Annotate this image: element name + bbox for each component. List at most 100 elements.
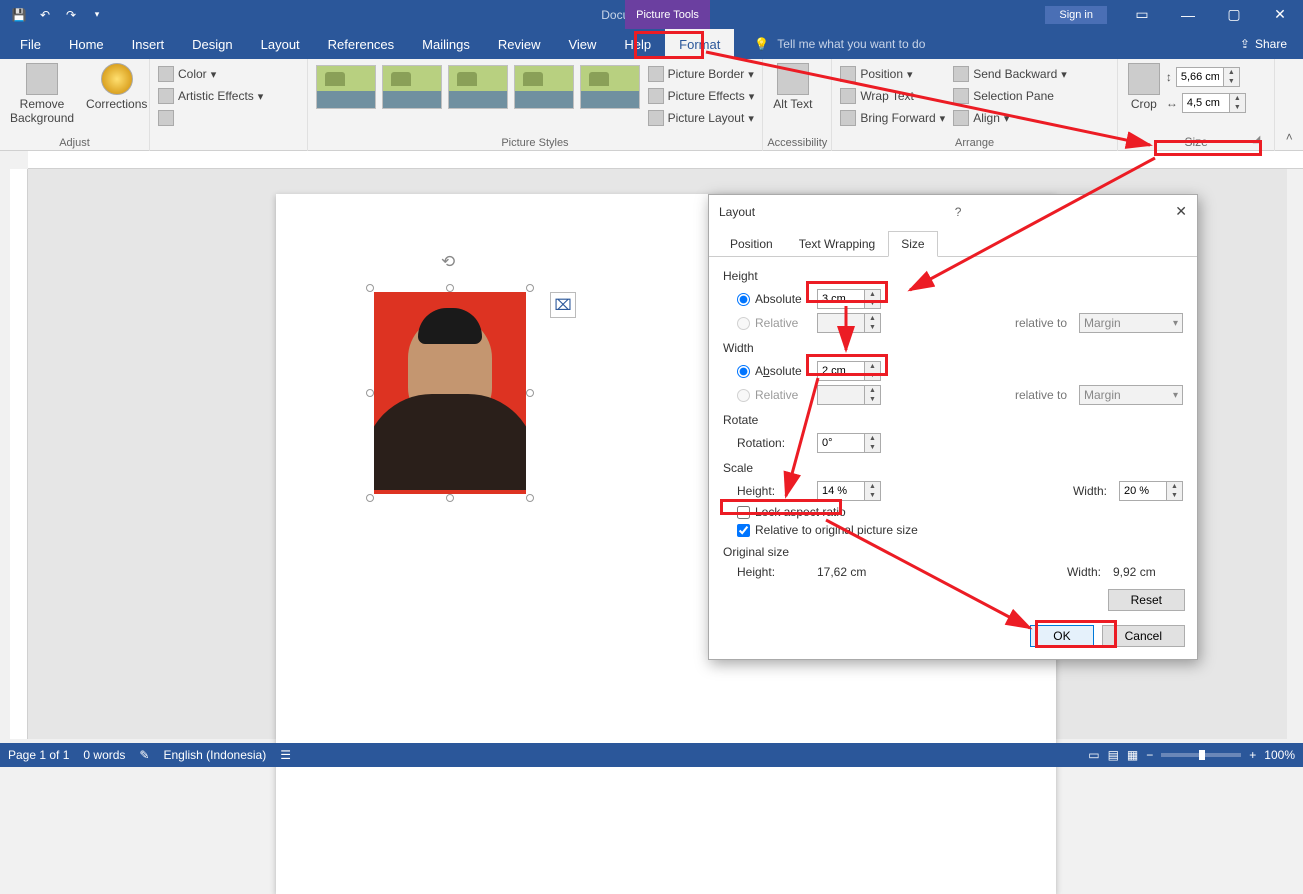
resize-handle[interactable]: [366, 494, 374, 502]
original-size-label: Original size: [723, 545, 1183, 559]
tab-size[interactable]: Size: [888, 231, 937, 257]
accessibility-icon[interactable]: ☰: [280, 748, 291, 762]
color-icon: [158, 66, 174, 82]
language-status[interactable]: English (Indonesia): [163, 748, 266, 762]
style-thumb[interactable]: [382, 65, 442, 109]
resize-handle[interactable]: [526, 284, 534, 292]
lock-aspect-ratio-checkbox[interactable]: Lock aspect ratio: [737, 505, 846, 519]
picture-selection[interactable]: ⟲ ⌧: [366, 284, 534, 502]
color-button[interactable]: Color ▾: [154, 63, 220, 85]
web-layout-icon[interactable]: ▦: [1127, 748, 1138, 762]
align-icon: [953, 110, 969, 126]
picture-effects-button[interactable]: Picture Effects ▾: [644, 85, 759, 107]
alt-text-button[interactable]: Alt Text: [767, 61, 818, 113]
tab-file[interactable]: File: [6, 29, 55, 59]
inserted-picture[interactable]: [374, 292, 526, 494]
sign-in-button[interactable]: Sign in: [1045, 6, 1107, 24]
tab-mailings[interactable]: Mailings: [408, 29, 484, 59]
tab-position[interactable]: Position: [717, 231, 786, 257]
tab-home[interactable]: Home: [55, 29, 118, 59]
height-section-label: Height: [723, 269, 1183, 283]
picture-styles-gallery[interactable]: [312, 61, 644, 113]
tab-view[interactable]: View: [554, 29, 610, 59]
tab-help[interactable]: Help: [610, 29, 665, 59]
spell-check-icon[interactable]: ✎: [139, 748, 149, 762]
read-mode-icon[interactable]: ▭: [1088, 748, 1099, 762]
maximize-icon[interactable]: ▢: [1211, 0, 1257, 29]
size-dialog-launcher-icon[interactable]: ◢: [1250, 133, 1262, 145]
remove-background-button[interactable]: Remove Background: [4, 61, 80, 127]
send-backward-button[interactable]: Send Backward ▾: [949, 63, 1071, 85]
selection-pane-button[interactable]: Selection Pane: [949, 85, 1071, 107]
minimize-icon[interactable]: —: [1165, 0, 1211, 29]
rotate-handle-icon[interactable]: ⟲: [441, 252, 459, 270]
compress-button[interactable]: [154, 107, 178, 129]
zoom-out-icon[interactable]: −: [1146, 748, 1153, 762]
style-thumb[interactable]: [514, 65, 574, 109]
dialog-close-icon[interactable]: ✕: [1175, 203, 1187, 220]
height-absolute-radio[interactable]: Absolute: [737, 292, 811, 306]
resize-handle[interactable]: [526, 389, 534, 397]
crop-button[interactable]: Crop: [1122, 61, 1166, 113]
relative-original-checkbox[interactable]: Relative to original picture size: [737, 523, 918, 537]
picture-border-button[interactable]: Picture Border ▾: [644, 63, 759, 85]
layout-options-icon[interactable]: ⌧: [550, 292, 576, 318]
tab-design[interactable]: Design: [178, 29, 246, 59]
cancel-button[interactable]: Cancel: [1102, 625, 1185, 647]
zoom-in-icon[interactable]: +: [1249, 748, 1256, 762]
save-icon[interactable]: 💾: [8, 4, 30, 26]
width-spinner[interactable]: ▲▼: [1182, 93, 1246, 113]
align-button[interactable]: Align ▾: [949, 107, 1071, 129]
remove-bg-icon: [26, 63, 58, 95]
tell-me-search[interactable]: 💡Tell me what you want to do: [754, 37, 925, 51]
height-absolute-input[interactable]: ▲▼: [817, 289, 881, 309]
tab-insert[interactable]: Insert: [118, 29, 179, 59]
resize-handle[interactable]: [366, 284, 374, 292]
height-spinner[interactable]: ▲▼: [1176, 67, 1240, 87]
wrap-text-button[interactable]: Wrap Text: [836, 85, 949, 107]
resize-handle[interactable]: [446, 494, 454, 502]
page-count[interactable]: Page 1 of 1: [8, 748, 69, 762]
tab-review[interactable]: Review: [484, 29, 555, 59]
scale-width-input[interactable]: ▲▼: [1119, 481, 1183, 501]
height-relative-radio[interactable]: Relative: [737, 316, 811, 330]
close-icon[interactable]: ✕: [1257, 0, 1303, 29]
ruler-horizontal: [28, 151, 1303, 169]
resize-handle[interactable]: [526, 494, 534, 502]
picture-layout-button[interactable]: Picture Layout ▾: [644, 107, 759, 129]
ribbon-display-icon[interactable]: ▭: [1119, 0, 1165, 29]
share-button[interactable]: ⇪Share: [1240, 37, 1287, 51]
artistic-effects-button[interactable]: Artistic Effects ▾: [154, 85, 267, 107]
undo-icon[interactable]: ↶: [34, 4, 56, 26]
tab-format[interactable]: Format: [665, 29, 734, 59]
bring-forward-button[interactable]: Bring Forward ▾: [836, 107, 949, 129]
style-thumb[interactable]: [448, 65, 508, 109]
artistic-icon: [158, 88, 174, 104]
print-layout-icon[interactable]: ▤: [1108, 748, 1119, 762]
width-relative-radio[interactable]: Relative: [737, 388, 811, 402]
resize-handle[interactable]: [366, 389, 374, 397]
zoom-slider[interactable]: [1161, 753, 1241, 757]
layout-dialog: Layout?✕ Position Text Wrapping Size Hei…: [708, 194, 1198, 660]
corrections-button[interactable]: Corrections: [80, 61, 153, 113]
position-button[interactable]: Position ▾: [836, 63, 949, 85]
width-absolute-radio[interactable]: Absolute: [737, 364, 811, 378]
collapse-ribbon-icon[interactable]: ˄: [1275, 59, 1303, 150]
zoom-level[interactable]: 100%: [1264, 748, 1295, 762]
reset-button[interactable]: Reset: [1108, 589, 1185, 611]
width-absolute-input[interactable]: ▲▼: [817, 361, 881, 381]
style-thumb[interactable]: [580, 65, 640, 109]
scale-height-input[interactable]: ▲▼: [817, 481, 881, 501]
qat-menu-icon[interactable]: ▾: [86, 4, 108, 26]
help-icon[interactable]: ?: [955, 205, 962, 219]
redo-icon[interactable]: ↷: [60, 4, 82, 26]
resize-handle[interactable]: [446, 284, 454, 292]
scale-section-label: Scale: [723, 461, 1183, 475]
style-thumb[interactable]: [316, 65, 376, 109]
tab-references[interactable]: References: [314, 29, 408, 59]
tab-layout[interactable]: Layout: [247, 29, 314, 59]
rotation-input[interactable]: ▲▼: [817, 433, 881, 453]
ok-button[interactable]: OK: [1030, 625, 1093, 647]
word-count[interactable]: 0 words: [83, 748, 125, 762]
tab-text-wrapping[interactable]: Text Wrapping: [786, 231, 888, 257]
